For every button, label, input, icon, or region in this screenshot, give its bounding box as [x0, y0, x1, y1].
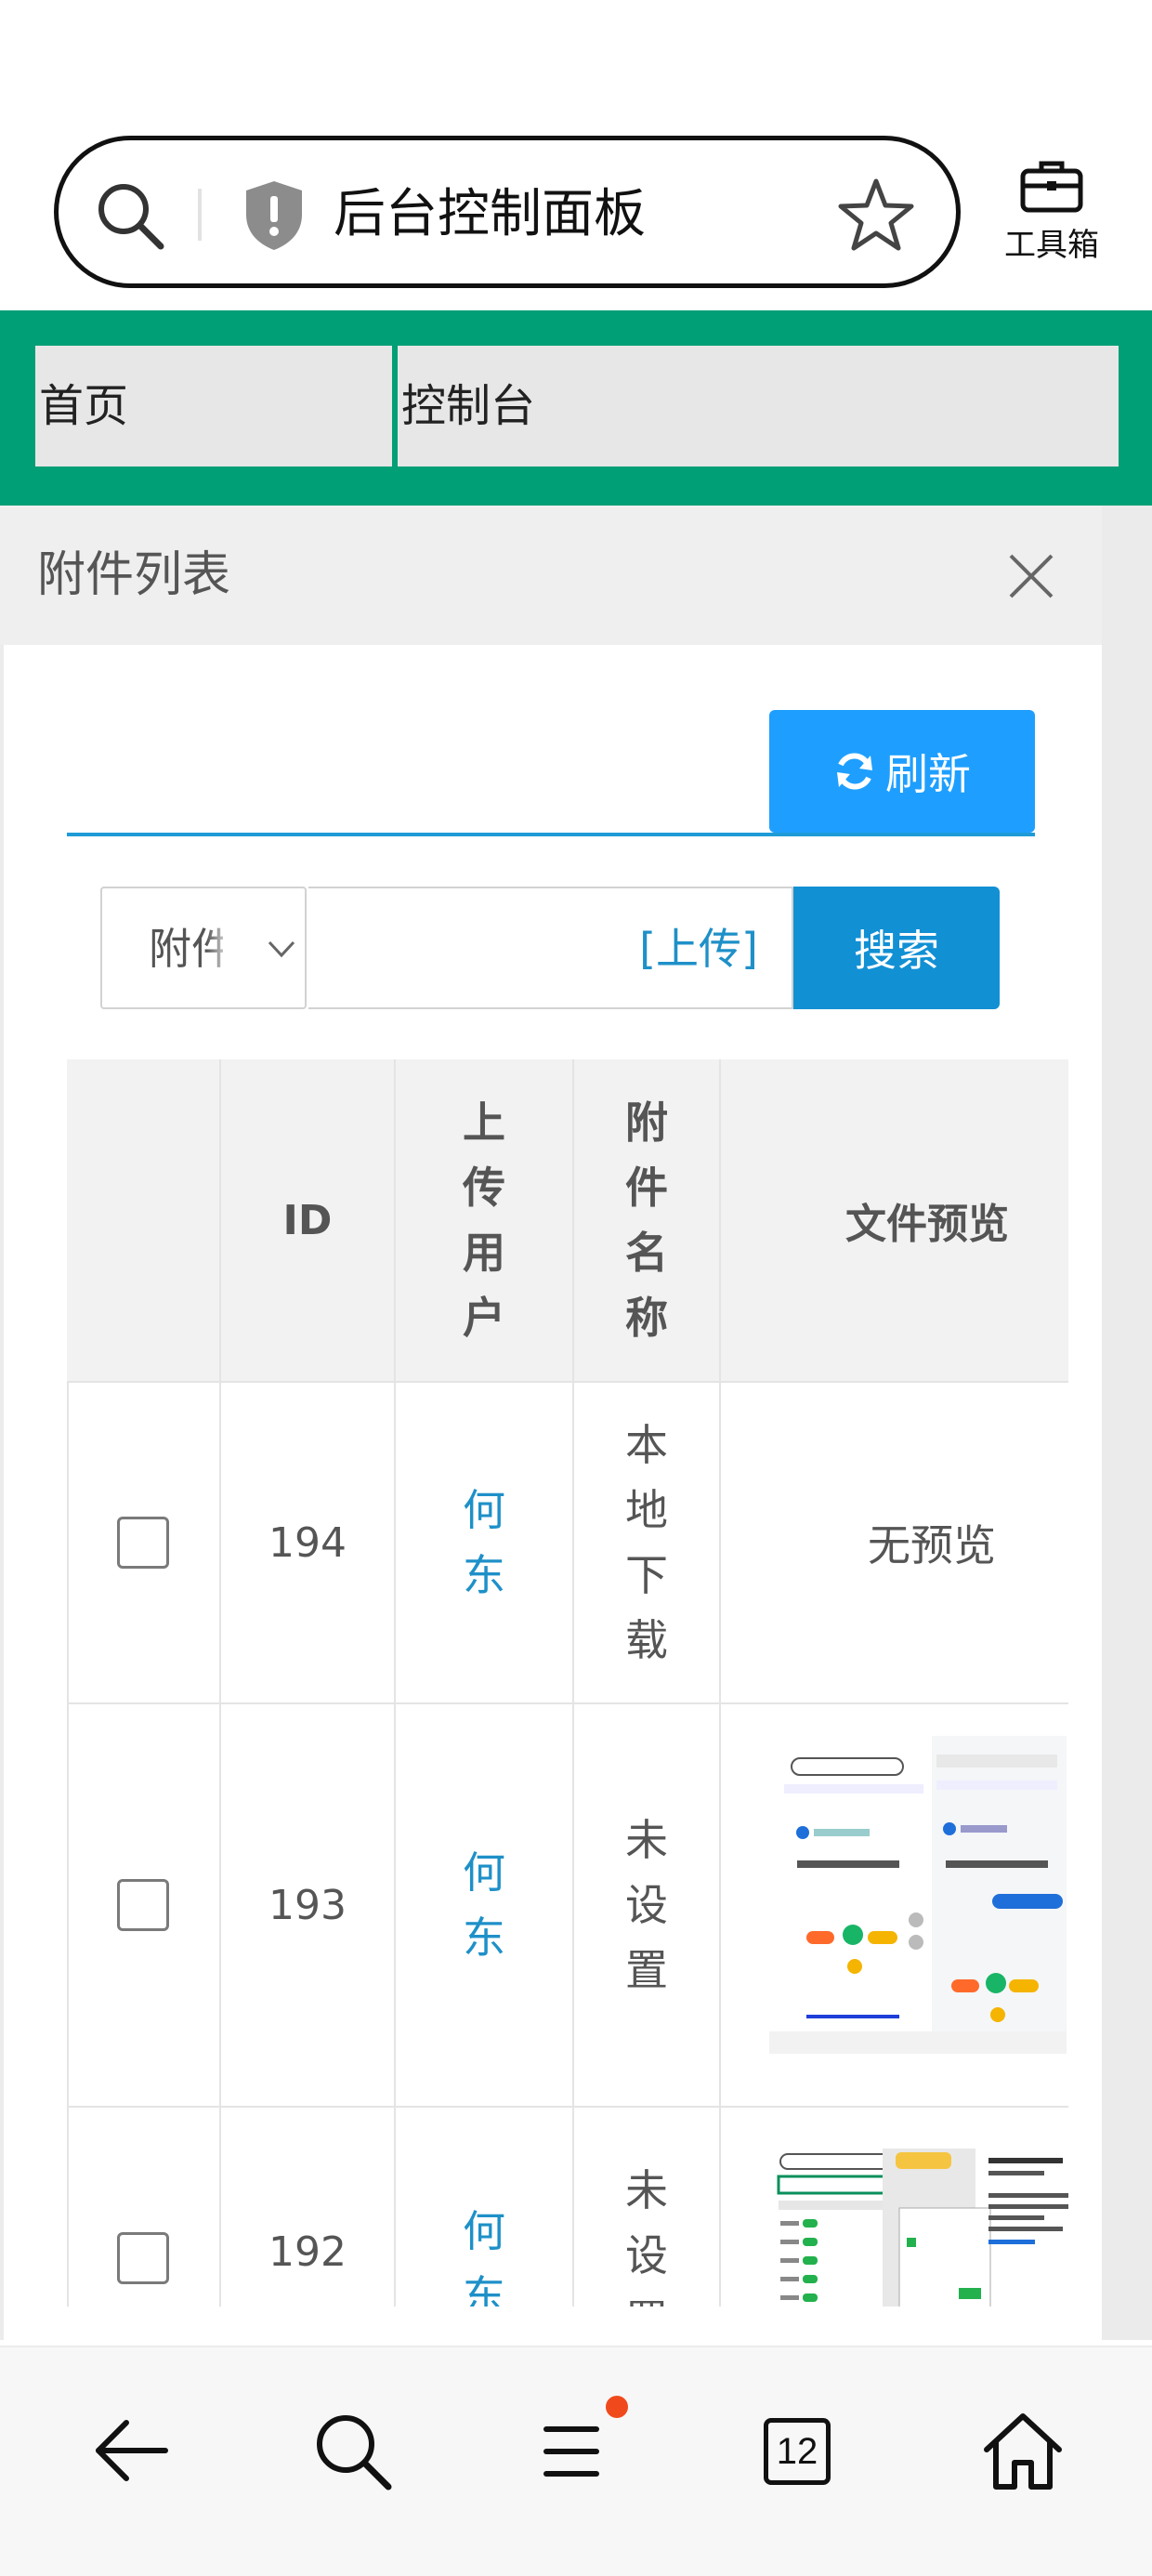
header-name[interactable]: 附件名称: [574, 1059, 721, 1383]
header-id[interactable]: ID: [221, 1059, 396, 1383]
row-id: 193: [268, 1881, 347, 1929]
header-id-label: ID: [282, 1196, 333, 1244]
menu-icon[interactable]: [535, 2409, 619, 2492]
refresh-button[interactable]: 刷新: [769, 710, 1035, 833]
attachment-table: ID 上传用户 附件名称 文件预览 194 何东 本地下载 无预览 193 何东…: [67, 1059, 1068, 2307]
header-name-label: 附件名称: [625, 1097, 668, 1343]
panel-title: 附件列表: [37, 547, 231, 603]
tab-home[interactable]: 首页: [35, 346, 392, 467]
header-user[interactable]: 上传用户: [396, 1059, 574, 1383]
header-user-label: 上传用户: [463, 1097, 505, 1343]
panel-edge: [0, 645, 4, 2340]
address-divider: [198, 189, 202, 241]
row-name: 未设置: [625, 2165, 668, 2307]
row-checkbox[interactable]: [117, 1879, 169, 1931]
shield-icon[interactable]: [241, 177, 308, 252]
search-button[interactable]: 搜索: [793, 887, 1000, 1009]
tab-strip: 首页 控制台: [0, 310, 1152, 506]
row-preview-text: 无预览: [868, 1520, 996, 1571]
address-title[interactable]: 后台控制面板: [334, 177, 646, 252]
back-arrow-icon[interactable]: [89, 2409, 173, 2492]
close-icon[interactable]: [1003, 548, 1059, 604]
header-preview[interactable]: 文件预览: [721, 1059, 1068, 1383]
filter-select[interactable]: 附件: [100, 887, 307, 1009]
tab-underline: [67, 833, 1035, 836]
row-checkbox[interactable]: [117, 2232, 169, 2284]
tab-console[interactable]: 控制台: [398, 346, 1119, 467]
header-select: [67, 1059, 221, 1383]
row-user-link[interactable]: 何东: [463, 1478, 505, 1608]
row-id: 192: [268, 2228, 347, 2276]
address-bar[interactable]: 后台控制面板: [54, 136, 961, 288]
upload-link[interactable]: [上传]: [639, 916, 758, 981]
home-icon[interactable]: [981, 2409, 1065, 2492]
star-icon[interactable]: [837, 176, 915, 254]
row-user-link[interactable]: 何东: [463, 1840, 505, 1970]
search-icon[interactable]: [310, 2409, 394, 2492]
search-input[interactable]: [上传]: [308, 887, 793, 1009]
row-name: 本地下载: [625, 1420, 668, 1665]
row-name: 未设置: [625, 1815, 668, 1995]
table-row: [67, 2108, 221, 2307]
row-preview-thumbnail[interactable]: [769, 1736, 1067, 2054]
toolbox-button[interactable]: 工具箱: [994, 156, 1109, 265]
table-row: [67, 1704, 221, 2108]
header-preview-label: 文件预览: [845, 1201, 1009, 1248]
search-icon[interactable]: [94, 179, 168, 254]
toolbox-icon: [1020, 161, 1083, 213]
panel-header: 附件列表: [0, 506, 1102, 645]
bottom-nav: 12: [0, 2346, 1152, 2576]
row-id: 194: [268, 1518, 347, 1567]
page-scroll-gutter: [1102, 506, 1152, 2340]
row-user-link[interactable]: 何东: [463, 2199, 505, 2307]
row-preview-thumbnail[interactable]: [769, 2149, 1068, 2307]
row-checkbox[interactable]: [117, 1517, 169, 1569]
toolbox-label: 工具箱: [1004, 227, 1099, 264]
table-row: [67, 1383, 221, 1704]
tabs-count-button[interactable]: 12: [764, 2418, 831, 2485]
notification-dot: [606, 2396, 628, 2418]
refresh-label: 刷新: [885, 749, 971, 799]
chevron-down-icon: [268, 940, 295, 958]
attachment-panel: 附件列表 刷新 附件 [上传] 搜索 ID: [0, 506, 1102, 2340]
refresh-icon: [837, 753, 872, 790]
